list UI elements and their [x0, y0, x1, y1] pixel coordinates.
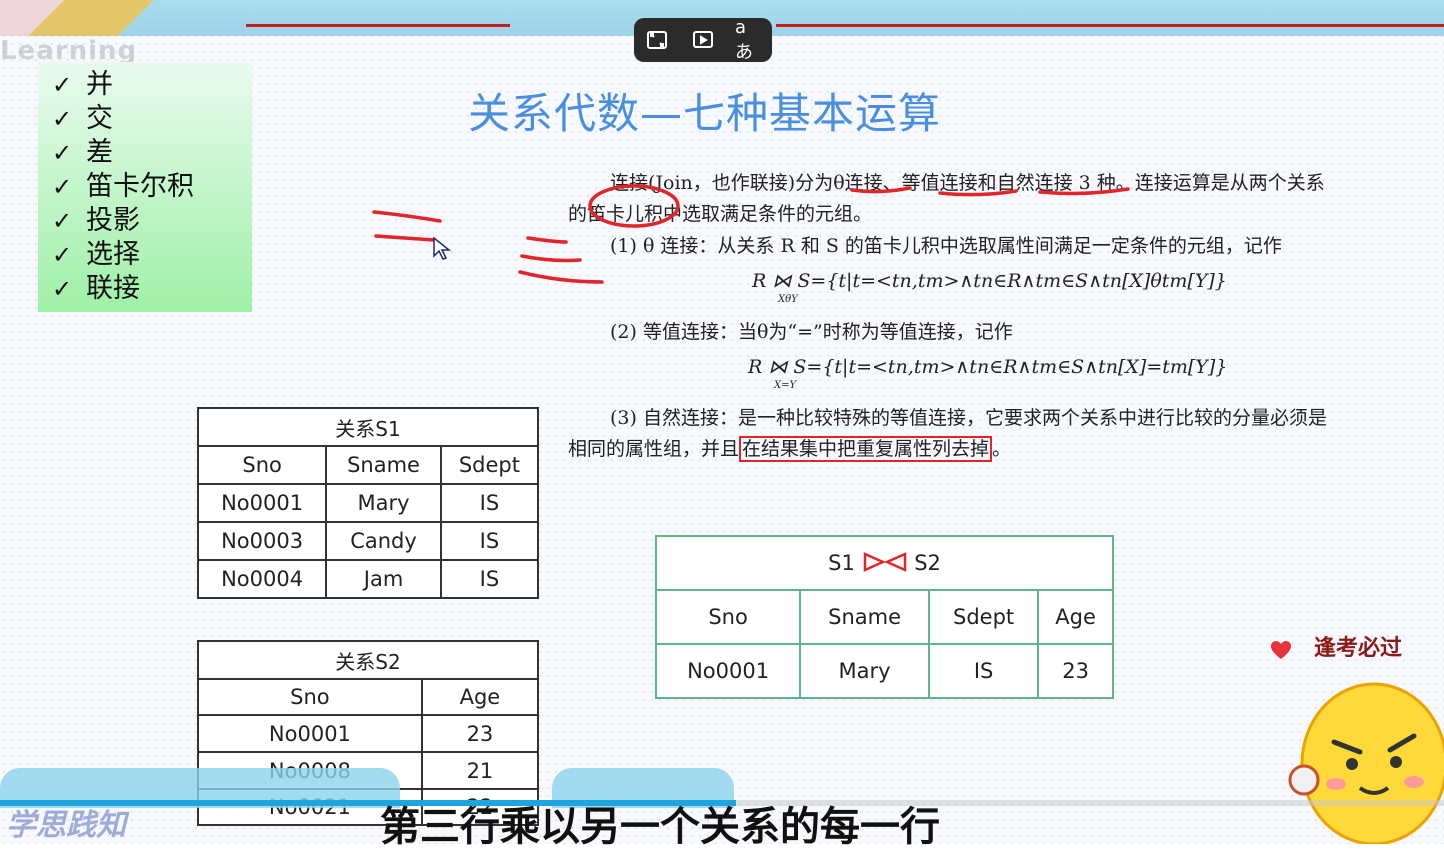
- column-header: Sno: [196, 445, 328, 485]
- natural-join-result-table: S1 S2 Sno Sname Sdept Age No0001 Mary IS…: [654, 535, 1114, 699]
- mascot-sticker-icon: [1288, 682, 1444, 844]
- table-row: No0001 Mary IS 23: [654, 643, 1114, 699]
- pen-stroke: [520, 254, 582, 263]
- table-row: No0003 Candy IS: [196, 521, 540, 561]
- column-header: Sname: [325, 445, 442, 485]
- column-header: Age: [420, 678, 540, 716]
- column-header: Age: [1037, 589, 1114, 645]
- table-row: No0001 23: [197, 714, 540, 753]
- table-row: No0001 Mary IS: [196, 483, 540, 523]
- pen-stroke: [518, 270, 604, 284]
- join-caption: S1 S2: [655, 535, 1114, 591]
- sticker-text: 逢考必过: [1314, 636, 1403, 661]
- column-header: Sdept: [439, 445, 540, 485]
- heart-icon: [1271, 641, 1291, 659]
- table-caption: 关系S1: [197, 407, 539, 447]
- column-header: Sdept: [927, 589, 1040, 645]
- table-row: No0004 Jam IS: [196, 559, 540, 599]
- video-subtitle: 第三行乘以另一个关系的每一行: [380, 804, 940, 850]
- pen-stroke: [374, 234, 436, 242]
- underline-equi-join: [938, 189, 1018, 197]
- bottom-watermark: 学思践知: [6, 808, 126, 843]
- mouse-cursor-icon: [433, 236, 452, 260]
- column-header: Sno: [654, 589, 802, 645]
- column-header: Sname: [799, 589, 930, 645]
- pen-stroke: [372, 210, 442, 223]
- relation-s1-table: 关系S1 Sno Sname Sdept No0001 Mary IS No00…: [196, 407, 540, 599]
- underline-natural-join: [1038, 187, 1130, 196]
- circle-cartesian-product: [588, 184, 680, 228]
- bowtie-join-icon: [863, 552, 906, 572]
- underline-theta-join: [850, 186, 912, 194]
- pen-stroke: [526, 236, 568, 244]
- table-caption: 关系S2: [197, 640, 539, 680]
- column-header: Sno: [197, 678, 423, 716]
